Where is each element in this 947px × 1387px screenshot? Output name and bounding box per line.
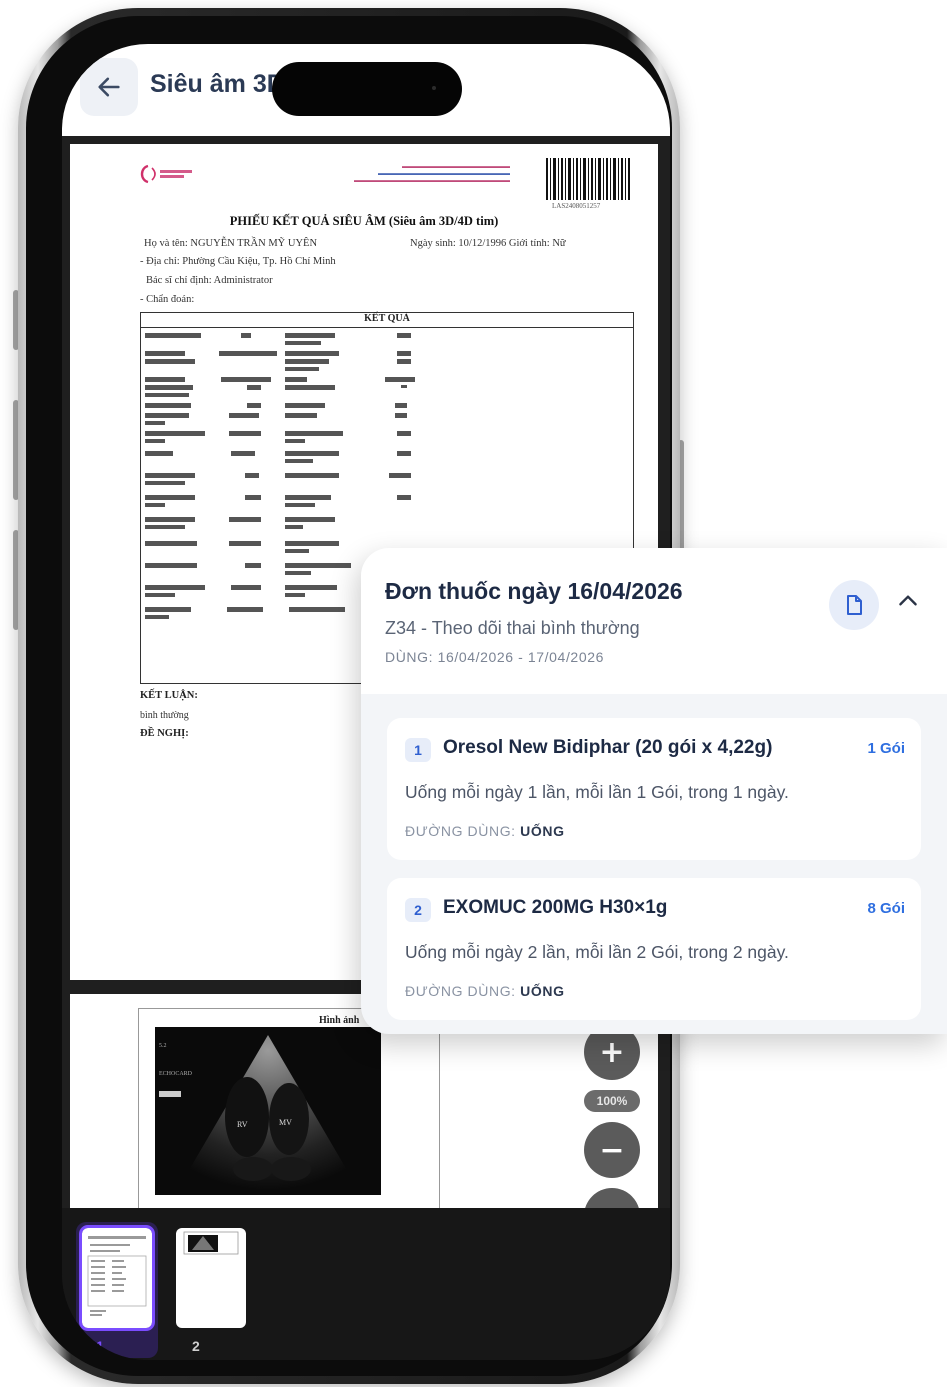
clinic-header: ▬▬▬▬▬▬▬▬▬▬▬▬▬▬▬▬▬▬ ▬▬▬▬▬▬▬▬▬▬▬▬▬▬▬▬▬▬▬▬▬… [354,164,510,184]
thumbnail-page-1[interactable] [79,1225,155,1331]
medication-quantity: 1 Gói [867,740,905,757]
file-icon [847,595,862,615]
zoom-level: 100% [584,1090,640,1112]
svg-text:RV: RV [237,1120,248,1129]
route-value: UỐNG [520,823,565,839]
medication-instructions: Uống mỗi ngày 1 lần, mỗi lần 1 Gói, tron… [405,782,789,802]
medication-item[interactable]: 2 EXOMUC 200MG H30×1g 8 Gói Uống mỗi ngà… [387,878,921,1020]
page-title: Siêu âm 3D [150,70,285,98]
patient-name-line: Họ và tên: NGUYỄN TRẦN MỸ UYÊN [144,238,318,249]
arrow-left-icon [98,77,120,97]
app-bar: Siêu âm 3D [62,44,670,136]
clinic-logo [140,164,192,184]
conclusion-label: KẾT LUẬN: [140,690,198,701]
thumbnail-page-2-number: 2 [192,1338,200,1354]
address-line: - Địa chỉ: Phường Cầu Kiệu, Tp. Hồ Chí M… [140,256,336,267]
medication-instructions: Uống mỗi ngày 2 lần, mỗi lần 2 Gói, tron… [405,942,789,962]
svg-text:ECHOCARD: ECHOCARD [159,1071,193,1077]
result-header: KẾT QUẢ [141,313,633,328]
barcode [546,158,630,200]
prescription-header: Đơn thuốc ngày 16/04/2026 Z34 - Theo dõi… [361,548,947,694]
dob-line: Ngày sinh: 10/12/1996 Giới tính: Nữ [410,238,566,249]
medication-route: ĐƯỜNG DÙNG: UỐNG [405,823,565,839]
image-section-title: Hình ảnh [319,1015,360,1026]
thumbnail-page-1-number: 1 [96,1338,104,1354]
prescription-title: Đơn thuốc ngày 16/04/2026 [385,578,683,604]
zoom-out-button[interactable]: − [584,1122,640,1178]
chevron-up-icon [899,595,917,606]
prescription-date-range: DÙNG: 16/04/2026 - 17/04/2026 [385,649,604,665]
medication-name: Oresol New Bidiphar (20 gói x 4,22g) [443,737,773,758]
svg-text:5.2: 5.2 [159,1043,167,1049]
barcode-number: LAS2408051257 [552,202,601,210]
doctor-line: Bác sĩ chỉ định: Administrator [146,275,273,286]
svg-text:MV: MV [279,1118,292,1127]
back-button[interactable] [80,58,138,116]
ultrasound-image: RV MV 5.2 ECHOCARD [155,1027,381,1195]
document-title: PHIẾU KẾT QUẢ SIÊU ÂM (Siêu âm 3D/4D tim… [229,214,499,228]
medication-quantity: 8 Gói [867,900,905,917]
medication-route: ĐƯỜNG DÙNG: UỐNG [405,983,565,999]
collapse-button[interactable] [891,584,925,618]
route-label: ĐƯỜNG DÙNG: [405,823,516,839]
view-document-button[interactable] [829,580,879,630]
dynamic-island [272,62,462,116]
prescription-card: Đơn thuốc ngày 16/04/2026 Z34 - Theo dõi… [361,548,947,1034]
medication-item[interactable]: 1 Oresol New Bidiphar (20 gói x 4,22g) 1… [387,718,921,860]
prescription-diagnosis: Z34 - Theo dõi thai bình thường [385,618,640,638]
diagnosis-line: - Chẩn đoán: [140,294,195,305]
thumbnail-bar: 1 2 [62,1208,670,1360]
medication-name: EXOMUC 200MG H30×1g [443,897,668,918]
medication-index: 2 [405,898,431,922]
route-label: ĐƯỜNG DÙNG: [405,983,516,999]
image-frame: Hình ảnh RV MV 5.2 ECHOCARD [138,1008,440,1210]
route-value: UỐNG [520,983,565,999]
recommend-label: ĐỀ NGHỊ: [140,728,189,739]
medication-index: 1 [405,738,431,762]
thumbnail-page-2[interactable] [176,1228,246,1328]
conclusion-value: bình thường [140,710,189,721]
